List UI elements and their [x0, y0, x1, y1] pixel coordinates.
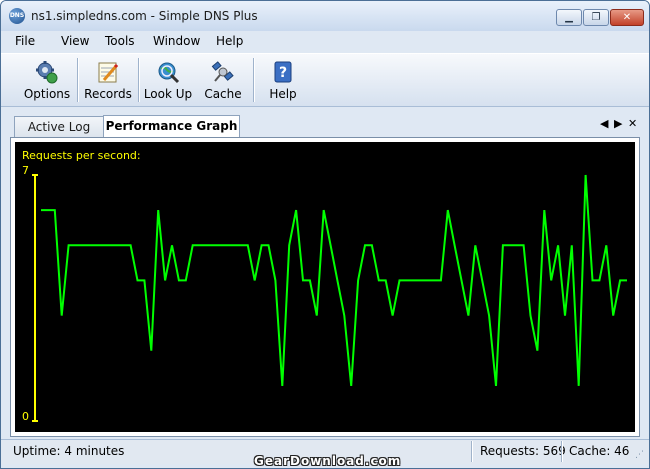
notepad-pencil-icon [98, 62, 119, 83]
cache-button[interactable]: Cache [198, 56, 248, 104]
menu-window[interactable]: Window [153, 34, 200, 48]
globe-magnifier-icon [158, 62, 180, 84]
maximize-button[interactable]: ❐ [583, 9, 609, 26]
menu-tools[interactable]: Tools [105, 34, 135, 48]
y-axis [32, 174, 38, 422]
tab-prev-icon[interactable]: ◀ [600, 117, 608, 130]
graph-canvas [32, 174, 627, 422]
lookup-label: Look Up [143, 87, 193, 101]
tab-close-icon[interactable]: ✕ [628, 117, 637, 130]
gear-globe-icon [36, 61, 58, 84]
help-button[interactable]: ? Help [261, 56, 305, 104]
graph-panel: Requests per second: 7 0 [10, 137, 640, 437]
menu-file[interactable]: File [15, 34, 35, 48]
minimize-icon: ▁ [565, 12, 573, 23]
options-button[interactable]: Options [19, 56, 75, 104]
watermark: GearDownload.com [254, 454, 402, 468]
menu-help[interactable]: Help [216, 34, 243, 48]
help-book-icon: ? [274, 61, 292, 83]
lookup-button[interactable]: Look Up [141, 56, 195, 104]
cache-label: Cache [204, 87, 242, 101]
options-label: Options [23, 87, 71, 101]
toolbar-separator [77, 58, 78, 102]
menu-view[interactable]: View [61, 34, 89, 48]
performance-graph: Requests per second: 7 0 [15, 142, 635, 432]
records-button[interactable]: Records [81, 56, 135, 104]
dns-app-icon: DNS [9, 8, 25, 24]
application-window: DNS ns1.simpledns.com - Simple DNS Plus … [0, 0, 650, 469]
status-separator [561, 441, 562, 462]
tab-active-log[interactable]: Active Log [14, 116, 104, 138]
toolbar-separator [253, 58, 254, 102]
status-requests: Requests: 569 [480, 444, 566, 458]
tab-performance-graph[interactable]: Performance Graph [103, 115, 240, 139]
window-title: ns1.simpledns.com - Simple DNS Plus [31, 9, 258, 23]
tab-next-icon[interactable]: ▶ [614, 117, 622, 130]
title-bar[interactable]: DNS ns1.simpledns.com - Simple DNS Plus … [1, 1, 649, 31]
minimize-button[interactable]: ▁ [556, 9, 582, 26]
tab-strip: Active Log Performance Graph ◀ ▶ ✕ [8, 107, 642, 139]
records-label: Records [84, 87, 132, 101]
menu-bar: File View Tools Window Help [1, 31, 649, 51]
toolbar: Options Records Look Up Cache ? Help [1, 53, 649, 107]
status-uptime: Uptime: 4 minutes [13, 444, 125, 458]
close-icon: ✕ [622, 12, 632, 23]
svg-text:?: ? [279, 65, 287, 81]
status-separator [471, 441, 472, 462]
close-button[interactable]: ✕ [610, 9, 644, 26]
resize-grip-icon[interactable]: ⋰ [635, 450, 644, 460]
help-label: Help [269, 87, 297, 101]
maximize-icon: ❐ [591, 12, 601, 23]
toolbar-separator [138, 58, 139, 102]
satellite-icon [211, 61, 234, 82]
status-cache: Cache: 46 [569, 444, 630, 458]
series-line [41, 174, 627, 386]
